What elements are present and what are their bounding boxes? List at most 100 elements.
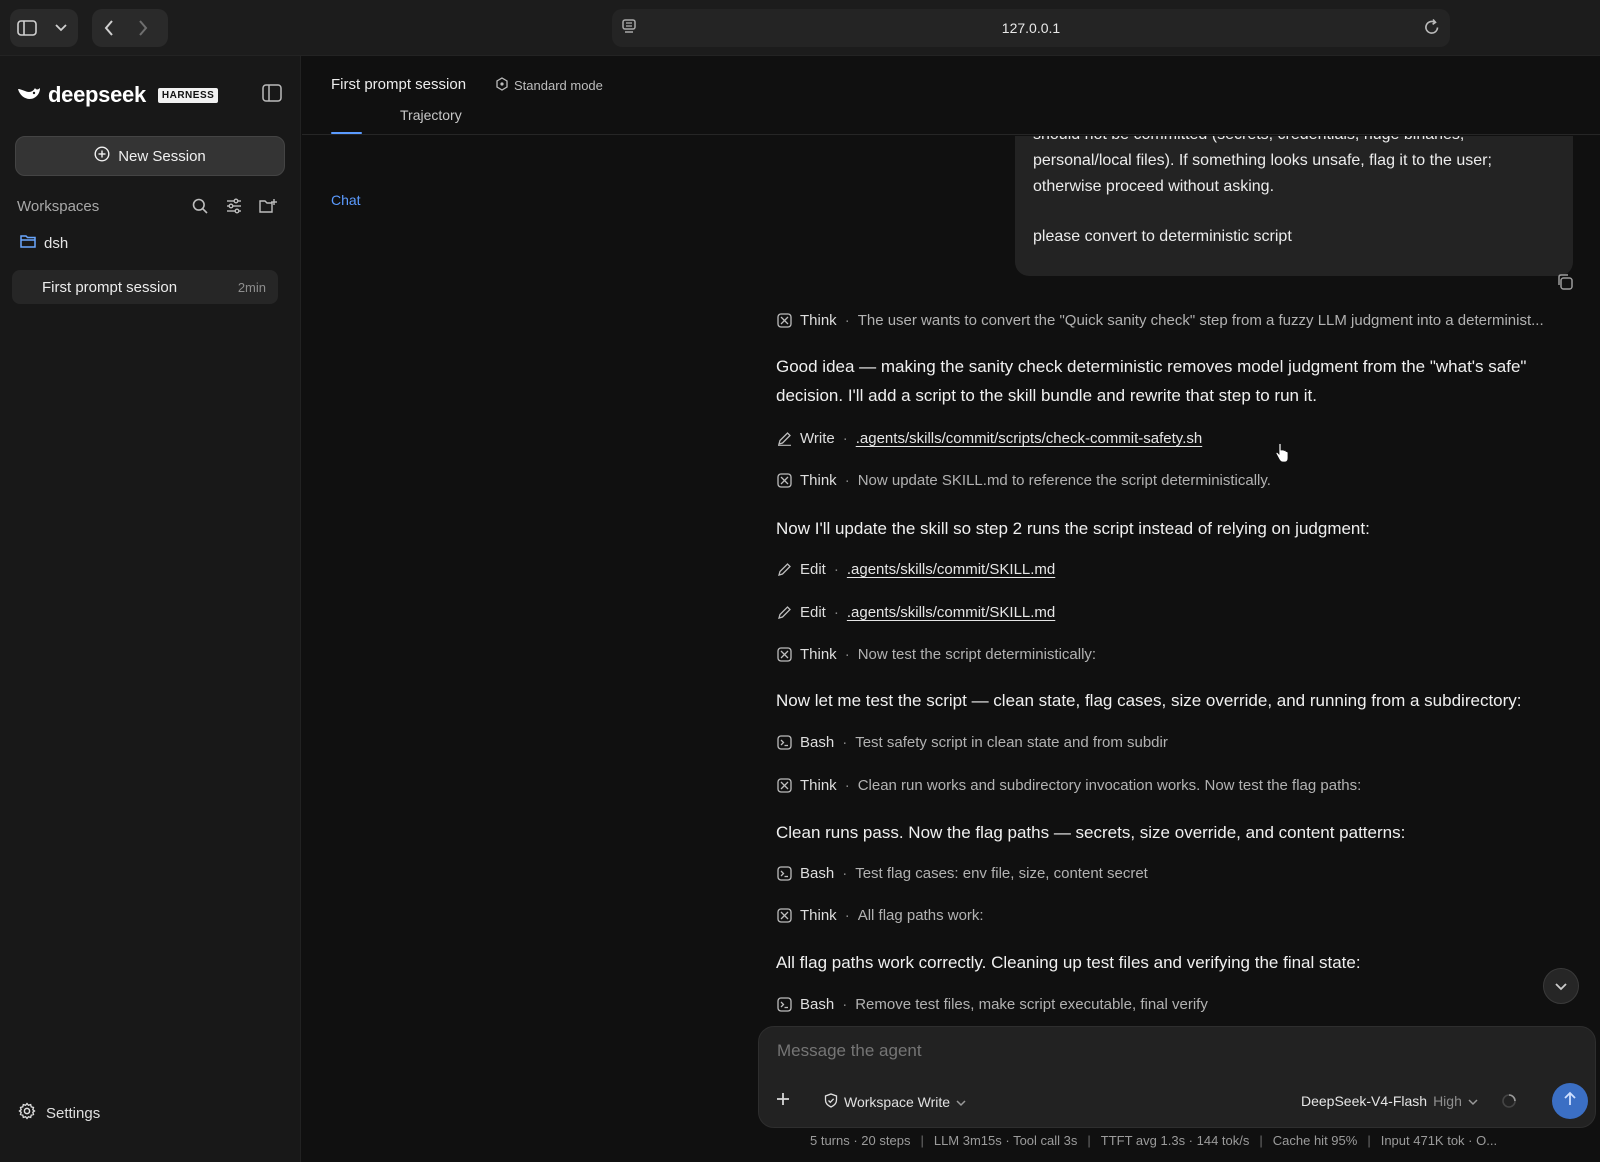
reload-icon[interactable] xyxy=(1424,18,1440,40)
step-label: Think xyxy=(800,907,837,924)
user-message-partial: should not be committed (secrets, creden… xyxy=(1033,136,1555,148)
think-icon xyxy=(776,908,792,924)
step-label: Think xyxy=(800,646,837,663)
step-detail: Clean run works and subdirectory invocat… xyxy=(857,777,1362,794)
bash-step[interactable]: Bash · Test safety script in clean state… xyxy=(776,734,1576,751)
stats-timing: LLM 3m15s · Tool call 3s xyxy=(933,1133,1078,1148)
think-icon xyxy=(776,647,792,663)
new-session-button[interactable]: New Session xyxy=(15,136,285,176)
address-bar[interactable]: 127.0.0.1 xyxy=(612,9,1450,47)
step-label: Bash xyxy=(800,865,835,882)
collapse-sidebar-icon[interactable] xyxy=(262,84,282,106)
think-icon xyxy=(776,778,792,794)
new-session-label: New Session xyxy=(118,147,206,165)
session-title: First prompt session xyxy=(331,76,467,93)
new-folder-icon[interactable] xyxy=(251,198,285,214)
site-info-icon[interactable] xyxy=(622,19,636,39)
session-item[interactable]: First prompt session 2min xyxy=(12,270,278,304)
session-header: First prompt session Standard mode Chat … xyxy=(302,56,1600,208)
think-icon xyxy=(776,313,792,329)
think-step[interactable]: Think · Now test the script deterministi… xyxy=(776,646,1576,663)
mode-indicator[interactable]: Standard mode xyxy=(495,77,603,94)
nav-button-group xyxy=(92,9,168,47)
think-step[interactable]: Think · Now update SKILL.md to reference… xyxy=(776,472,1576,489)
session-time: 2min xyxy=(237,279,266,295)
browser-toolbar: 127.0.0.1 xyxy=(0,0,1600,56)
file-link[interactable]: .agents/skills/commit/scripts/check-comm… xyxy=(856,430,1202,447)
step-label: Think xyxy=(800,312,837,329)
step-detail: Test safety script in clean state and fr… xyxy=(855,734,1168,751)
permission-label: Workspace Write xyxy=(844,1094,951,1110)
model-selector[interactable]: DeepSeek-V4-Flash High xyxy=(1301,1093,1478,1109)
assistant-text: Good idea — making the sanity check dete… xyxy=(776,357,1527,405)
plus-circle-icon xyxy=(94,146,110,166)
model-name: DeepSeek-V4-Flash xyxy=(1301,1093,1428,1109)
step-detail: Test flag cases: env file, size, content… xyxy=(855,865,1148,882)
user-message: should not be committed (secrets, creden… xyxy=(1015,136,1573,276)
brand-logo: deepseek HARNESS xyxy=(16,82,219,108)
write-step[interactable]: Write · .agents/skills/commit/scripts/ch… xyxy=(776,430,1576,447)
file-link[interactable]: .agents/skills/commit/SKILL.md xyxy=(847,604,1055,621)
assistant-text: Now let me test the script — clean state… xyxy=(776,691,1522,710)
terminal-icon xyxy=(776,997,792,1013)
browser-sidebar-icon[interactable] xyxy=(10,9,44,47)
chat-transcript[interactable]: should not be committed (secrets, creden… xyxy=(302,136,1600,1026)
scroll-to-bottom-button[interactable] xyxy=(1543,968,1579,1004)
session-name: First prompt session xyxy=(42,278,178,296)
step-label: Edit xyxy=(800,561,826,578)
active-tab-indicator xyxy=(331,132,362,134)
brand-tag: HARNESS xyxy=(157,87,219,103)
workspaces-header: Workspaces xyxy=(17,194,285,218)
settings-button[interactable]: Settings xyxy=(18,1102,100,1124)
filter-icon[interactable] xyxy=(217,198,251,214)
bash-step[interactable]: Bash · Remove test files, make script ex… xyxy=(776,996,1576,1013)
stats-turns: 5 turns · 20 steps xyxy=(810,1133,911,1148)
assistant-text: Now I'll update the skill so step 2 runs… xyxy=(776,519,1370,538)
step-label: Think xyxy=(800,472,837,489)
assistant-text: Clean runs pass. Now the flag paths — se… xyxy=(776,823,1406,842)
think-step[interactable]: Think · All flag paths work: xyxy=(776,907,1576,924)
assistant-text: All flag paths work correctly. Cleaning … xyxy=(776,953,1361,972)
sidebar-toggle-group xyxy=(10,9,78,47)
send-button[interactable] xyxy=(1552,1083,1588,1119)
workspace-folder-dsh[interactable]: dsh xyxy=(20,234,68,252)
step-detail: Now update SKILL.md to reference the scr… xyxy=(857,472,1271,489)
url-text: 127.0.0.1 xyxy=(1001,20,1061,36)
whale-logo-icon xyxy=(16,83,42,107)
write-icon xyxy=(776,431,792,447)
session-stats: 5 turns · 20 steps | LLM 3m15s · Tool ca… xyxy=(810,1133,1498,1148)
forward-icon[interactable] xyxy=(126,9,160,47)
file-link[interactable]: .agents/skills/commit/SKILL.md xyxy=(847,561,1055,578)
gear-icon xyxy=(18,1102,36,1124)
search-icon[interactable] xyxy=(183,198,217,214)
step-detail: All flag paths work: xyxy=(857,907,984,924)
loading-spinner-icon xyxy=(1501,1093,1517,1113)
workspaces-label: Workspaces xyxy=(17,197,100,215)
permission-selector[interactable]: Workspace Write xyxy=(824,1093,966,1111)
stats-input: Input 471K tok · O... xyxy=(1380,1133,1498,1148)
copy-icon[interactable] xyxy=(1556,273,1574,295)
think-icon xyxy=(776,473,792,489)
message-composer: Workspace Write DeepSeek-V4-Flash High xyxy=(758,1026,1596,1128)
stats-ttft: TTFT avg 1.3s · 144 tok/s xyxy=(1100,1133,1250,1148)
attach-plus-icon[interactable] xyxy=(775,1091,791,1111)
user-message-request: please convert to deterministic script xyxy=(1033,228,1292,245)
message-input[interactable] xyxy=(777,1041,1477,1061)
chevron-down-icon[interactable] xyxy=(44,9,78,47)
bash-step[interactable]: Bash · Test flag cases: env file, size, … xyxy=(776,865,1576,882)
step-label: Bash xyxy=(800,734,835,751)
chevron-down-icon xyxy=(1555,978,1567,995)
step-label: Think xyxy=(800,777,837,794)
tab-trajectory[interactable]: Trajectory xyxy=(400,107,462,123)
arrow-up-icon xyxy=(1563,1091,1577,1111)
edit-step[interactable]: Edit · .agents/skills/commit/SKILL.md xyxy=(776,604,1576,621)
step-label: Bash xyxy=(800,996,835,1013)
step-label: Edit xyxy=(800,604,826,621)
think-step[interactable]: Think · Clean run works and subdirectory… xyxy=(776,777,1576,794)
settings-label: Settings xyxy=(46,1104,101,1122)
edit-step[interactable]: Edit · .agents/skills/commit/SKILL.md xyxy=(776,561,1576,578)
back-icon[interactable] xyxy=(92,9,126,47)
terminal-icon xyxy=(776,866,792,882)
think-step[interactable]: Think · The user wants to convert the "Q… xyxy=(776,312,1576,329)
step-detail: Remove test files, make script executabl… xyxy=(855,996,1208,1013)
